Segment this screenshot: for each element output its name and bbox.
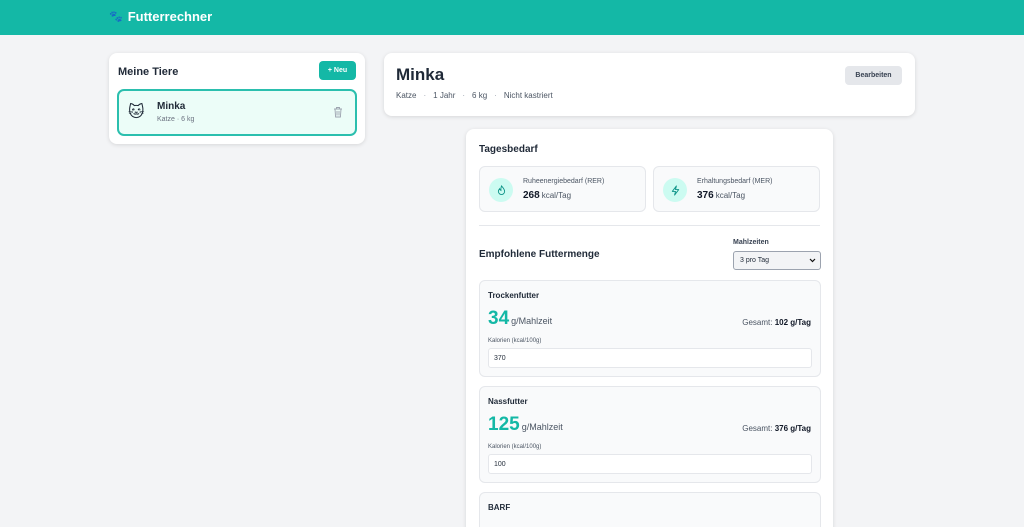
separator: · [423, 91, 427, 100]
app-header: 🐾 Futterrechner [0, 0, 1024, 35]
per-meal-amount: 125 g/Mahlzeit [488, 414, 563, 436]
kcal-label: Kalorien (kcal/100g) [488, 338, 542, 344]
kcal-value: 100 [494, 460, 506, 468]
pet-neutered: Nicht kastriert [503, 91, 553, 100]
lightning-icon [663, 178, 687, 202]
meals-label: Mahlzeiten [733, 239, 769, 246]
pet-header-card: Minka Katze · 1 Jahr · 6 kg · Nicht kast… [384, 53, 915, 116]
mer-unit: kcal/Tag [715, 191, 746, 200]
rer-unit: kcal/Tag [541, 191, 572, 200]
total-value: 102 g/Tag [774, 318, 811, 327]
food-card-barf: BARF [479, 492, 821, 527]
trash-icon[interactable] [333, 106, 343, 118]
meals-selected: 3 pro Tag [740, 257, 770, 264]
separator: · [462, 91, 466, 100]
daily-title: Tagesbedarf [479, 144, 538, 155]
pet-age: 1 Jahr [433, 91, 456, 100]
edit-button[interactable]: Bearbeiten [845, 66, 902, 85]
pet-list-item[interactable]: 🐱 Minka Katze · 6 kg [117, 89, 357, 136]
calculation-card: Tagesbedarf Ruheenergiebedarf (RER) 268 k… [466, 129, 833, 527]
food-name: BARF [488, 503, 511, 512]
chevron-down-icon [809, 258, 816, 263]
total-label: Gesamt: [742, 424, 773, 433]
food-card-dry: Trockenfutter 34 g/Mahlzeit Gesamt: 102 … [479, 280, 821, 377]
rer-value: 268 [523, 190, 540, 201]
rer-label: Ruheenergiebedarf (RER) [523, 178, 605, 185]
app-brand[interactable]: 🐾 Futterrechner [109, 9, 212, 24]
pets-title: Meine Tiere [118, 66, 179, 78]
per-meal-value: 125 [488, 414, 520, 435]
rer-value-line: 268 kcal/Tag [523, 190, 571, 201]
per-meal-unit: g/Mahlzeit [511, 316, 553, 326]
kcal-input[interactable]: 370 [488, 348, 812, 368]
per-meal-value: 34 [488, 308, 510, 329]
separator: · [494, 91, 497, 100]
daily-total: Gesamt: 376 g/Tag [742, 424, 811, 433]
mer-value-line: 376 kcal/Tag [697, 190, 745, 201]
food-card-wet: Nassfutter 125 g/Mahlzeit Gesamt: 376 g/… [479, 386, 821, 483]
pet-name: Minka [157, 101, 186, 112]
new-pet-button[interactable]: + Neu [319, 61, 356, 80]
recommendation-title: Empfohlene Futtermenge [479, 249, 600, 260]
paw-icon: 🐾 [109, 11, 123, 23]
pet-meta: Katze · 1 Jahr · 6 kg · Nicht kastriert [396, 91, 553, 100]
pets-panel: Meine Tiere + Neu 🐱 Minka Katze · 6 kg [109, 53, 365, 144]
mer-value: 376 [697, 190, 714, 201]
food-name: Nassfutter [488, 397, 528, 406]
app-title: Futterrechner [127, 9, 213, 24]
per-meal-unit: g/Mahlzeit [521, 422, 563, 432]
pet-heading: Minka [396, 65, 445, 84]
divider [479, 225, 820, 226]
mer-label: Erhaltungsbedarf (MER) [697, 178, 773, 185]
pet-weight: 6 kg [472, 91, 488, 100]
pet-species: Katze [396, 91, 417, 100]
meals-select[interactable]: 3 pro Tag [733, 251, 821, 270]
rer-stat: Ruheenergiebedarf (RER) 268 kcal/Tag [479, 166, 646, 212]
kcal-value: 370 [494, 354, 506, 362]
kcal-label: Kalorien (kcal/100g) [488, 444, 542, 450]
cat-icon: 🐱 [128, 104, 145, 121]
food-name: Trockenfutter [488, 291, 540, 300]
total-value: 376 g/Tag [774, 424, 811, 433]
pet-subtitle: Katze · 6 kg [157, 116, 195, 123]
kcal-input[interactable]: 100 [488, 454, 812, 474]
flame-icon [489, 178, 513, 202]
mer-stat: Erhaltungsbedarf (MER) 376 kcal/Tag [653, 166, 820, 212]
total-label: Gesamt: [742, 318, 773, 327]
daily-total: Gesamt: 102 g/Tag [742, 318, 811, 327]
per-meal-amount: 34 g/Mahlzeit [488, 308, 552, 330]
